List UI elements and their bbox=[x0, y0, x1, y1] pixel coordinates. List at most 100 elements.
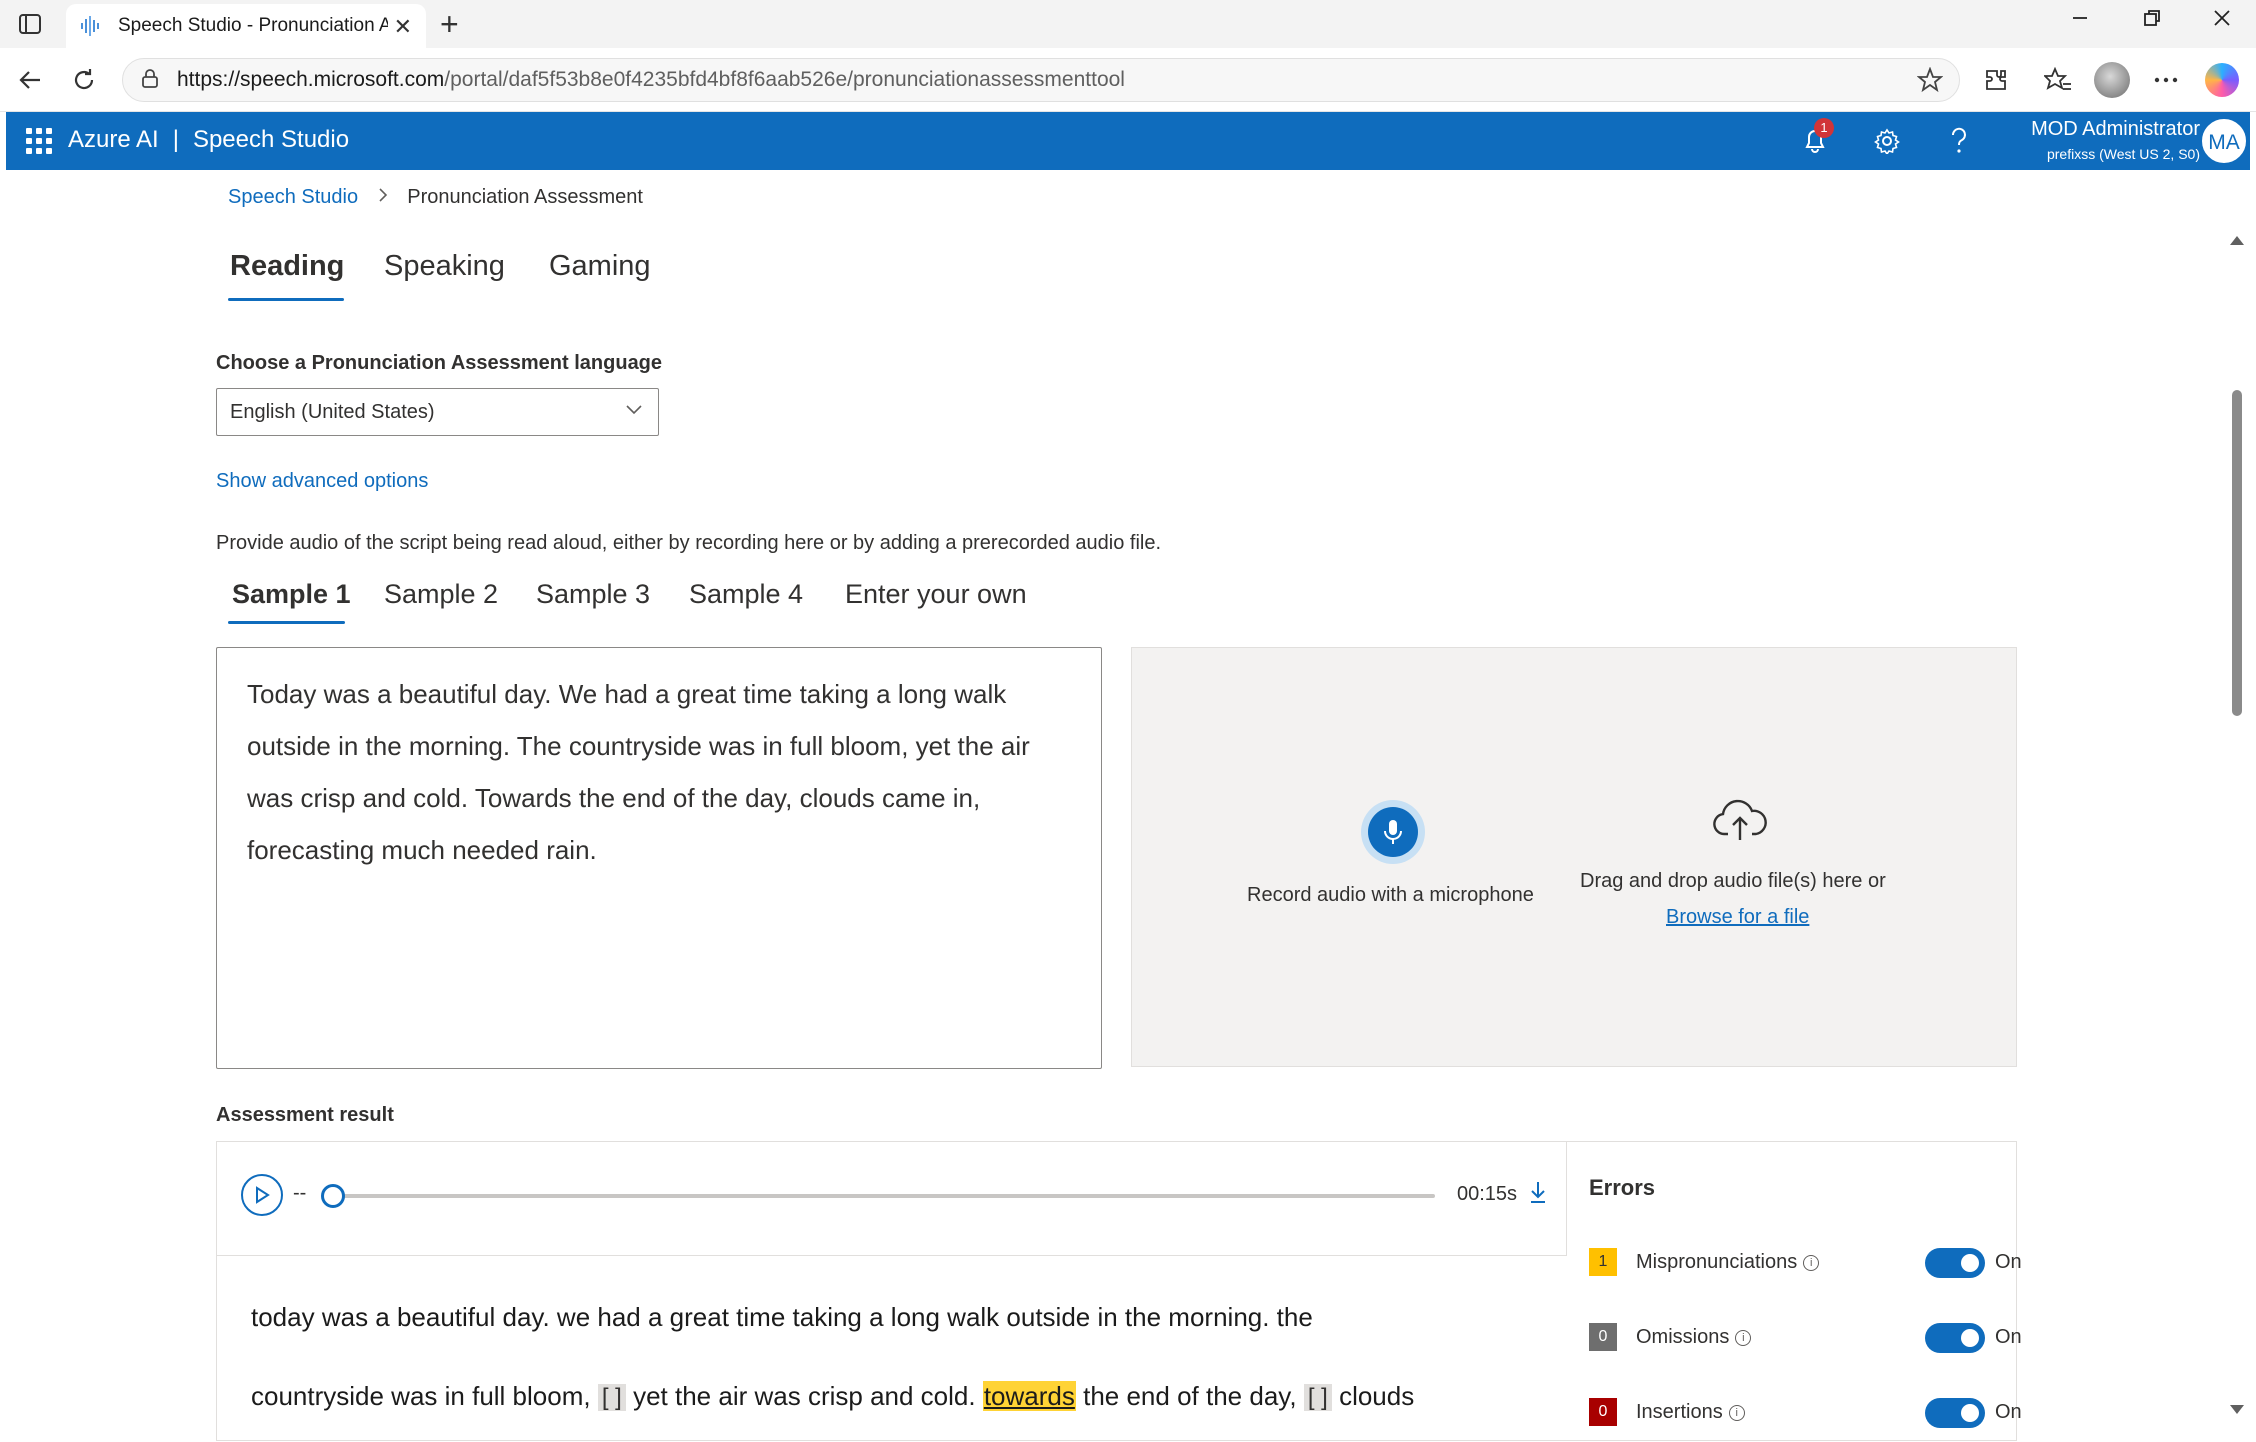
user-name[interactable]: MOD Administrator bbox=[2031, 118, 2200, 141]
app-brand[interactable]: Azure AI | Speech Studio bbox=[68, 126, 349, 154]
tab-sample-2[interactable]: Sample 2 bbox=[384, 579, 498, 610]
error-count-badge: 1 bbox=[1589, 1248, 1617, 1276]
error-label-text: Insertions bbox=[1636, 1401, 1723, 1423]
tab-enter-your-own[interactable]: Enter your own bbox=[845, 579, 1027, 610]
scrollbar-thumb[interactable] bbox=[2232, 390, 2242, 716]
audio-player: -- 00:15s bbox=[217, 1142, 1567, 1256]
info-icon[interactable]: i bbox=[1735, 1330, 1752, 1346]
chevron-down-icon bbox=[624, 399, 644, 425]
errors-panel: Errors 1 Mispronunciations i On 0 Omissio… bbox=[1567, 1142, 2022, 1442]
tab-sample-1[interactable]: Sample 1 bbox=[232, 579, 351, 610]
refresh-icon[interactable] bbox=[66, 62, 102, 98]
language-label: Choose a Pronunciation Assessment langua… bbox=[216, 352, 663, 374]
error-count-badge: 0 bbox=[1589, 1398, 1617, 1426]
settings-gear-icon[interactable] bbox=[1870, 124, 1904, 158]
transcript-line: countryside was in full bloom, [ ] yet t… bbox=[251, 1357, 1551, 1437]
page-scrollbar[interactable] bbox=[2226, 230, 2248, 1432]
breadcrumb-chevron-icon bbox=[378, 186, 394, 208]
mispronounced-word[interactable]: towards bbox=[982, 1381, 1076, 1411]
new-tab-button[interactable]: + bbox=[440, 6, 459, 43]
transcript-segment: clouds bbox=[1339, 1381, 1415, 1411]
browser-tab[interactable]: Speech Studio - Pronunciation Assessment… bbox=[66, 4, 426, 48]
favorite-star-icon[interactable] bbox=[1916, 66, 1944, 100]
tab-sample-3[interactable]: Sample 3 bbox=[536, 579, 650, 610]
record-audio-label: Record audio with a microphone bbox=[1247, 884, 1534, 906]
tab-speaking[interactable]: Speaking bbox=[384, 250, 505, 283]
error-count-badge: 0 bbox=[1589, 1323, 1617, 1351]
provide-audio-instructions: Provide audio of the script being read a… bbox=[216, 532, 1162, 554]
assessment-transcript: today was a beautiful day. we had a grea… bbox=[251, 1278, 1551, 1437]
brand-separator: | bbox=[172, 126, 179, 153]
brand-speech-studio: Speech Studio bbox=[192, 126, 350, 153]
download-icon[interactable] bbox=[1529, 1180, 1547, 1209]
audio-scrubber-track[interactable] bbox=[329, 1194, 1435, 1198]
transcript-segment: yet the air was crisp and cold. bbox=[633, 1381, 976, 1411]
restore-window-icon[interactable] bbox=[2142, 8, 2162, 34]
breadcrumb-speech-studio[interactable]: Speech Studio bbox=[228, 186, 358, 208]
more-options-icon[interactable] bbox=[2148, 62, 2184, 98]
app-header: Azure AI | Speech Studio 1 MOD Administrat… bbox=[6, 112, 2250, 170]
user-subscription: prefixss (West US 2, S0) bbox=[2046, 146, 2200, 162]
transcript-segment: the end of the day, bbox=[1083, 1381, 1297, 1411]
tab-gaming[interactable]: Gaming bbox=[549, 250, 651, 283]
play-icon bbox=[256, 1186, 270, 1204]
drag-drop-label: Drag and drop audio file(s) here or bbox=[1580, 870, 1886, 892]
extensions-icon[interactable] bbox=[1978, 62, 2014, 98]
brand-azure-ai: Azure AI bbox=[68, 126, 159, 153]
help-question-icon[interactable] bbox=[1942, 124, 1976, 158]
user-avatar[interactable]: MA bbox=[2202, 119, 2246, 163]
omission-marker[interactable]: [ ] bbox=[1303, 1384, 1332, 1411]
omission-marker[interactable]: [ ] bbox=[597, 1384, 626, 1411]
close-tab-icon[interactable]: ✕ bbox=[394, 14, 412, 40]
microphone-icon bbox=[1368, 807, 1418, 857]
scroll-down-arrow-icon[interactable] bbox=[2230, 1405, 2244, 1414]
info-icon[interactable]: i bbox=[1728, 1405, 1745, 1421]
omissions-toggle[interactable] bbox=[1925, 1323, 1985, 1353]
site-info-lock-icon[interactable] bbox=[139, 68, 163, 92]
record-microphone-button[interactable] bbox=[1361, 800, 1425, 864]
browser-tab-title: Speech Studio - Pronunciation Assessment bbox=[118, 15, 388, 36]
show-advanced-options-link[interactable]: Show advanced options bbox=[216, 470, 428, 493]
scroll-up-arrow-icon[interactable] bbox=[2230, 236, 2244, 245]
breadcrumb: Speech Studio Pronunciation Assessment bbox=[228, 186, 643, 209]
profile-avatar[interactable] bbox=[2094, 62, 2130, 98]
toggle-state-label: On bbox=[1995, 1326, 2022, 1348]
active-sample-indicator bbox=[228, 621, 345, 624]
error-label-text: Omissions bbox=[1636, 1326, 1730, 1348]
error-label: Omissions i bbox=[1636, 1326, 1752, 1349]
errors-title: Errors bbox=[1589, 1175, 1656, 1200]
url-path: /portal/daf5f53b8e0f4235bfd4bf8f6aab526e… bbox=[444, 68, 1125, 91]
insertions-toggle[interactable] bbox=[1925, 1398, 1985, 1428]
favorites-icon[interactable] bbox=[2040, 62, 2076, 98]
app-launcher-waffle-icon[interactable] bbox=[26, 128, 52, 154]
minimize-window-icon[interactable] bbox=[2070, 8, 2090, 34]
url-text: https://speech.microsoft.com/portal/daf5… bbox=[177, 68, 1125, 92]
active-tab-indicator bbox=[228, 298, 344, 301]
language-selected-value: English (United States) bbox=[230, 400, 435, 423]
cloud-upload-icon bbox=[1711, 798, 1769, 847]
tab-sample-4[interactable]: Sample 4 bbox=[689, 579, 803, 610]
play-button[interactable] bbox=[241, 1174, 283, 1216]
audio-input-panel: Record audio with a microphone Drag and … bbox=[1131, 647, 2017, 1067]
audio-scrubber-thumb[interactable] bbox=[321, 1184, 345, 1208]
speech-studio-favicon-icon bbox=[78, 13, 104, 39]
back-arrow-icon[interactable] bbox=[12, 62, 48, 98]
tab-reading[interactable]: Reading bbox=[230, 250, 344, 283]
transcript-line: today was a beautiful day. we had a grea… bbox=[251, 1302, 1313, 1332]
tab-actions-icon[interactable] bbox=[16, 12, 44, 36]
audio-duration: 00:15s bbox=[1457, 1183, 1518, 1205]
script-text-area[interactable]: Today was a beautiful day. We had a grea… bbox=[216, 647, 1102, 1069]
mispronunciations-toggle[interactable] bbox=[1925, 1248, 1985, 1278]
info-icon[interactable]: i bbox=[1803, 1255, 1820, 1271]
browse-for-file-link[interactable]: Browse for a file bbox=[1666, 906, 1809, 929]
toggle-state-label: On bbox=[1995, 1401, 2022, 1423]
transcript-segment: countryside was in full bloom, bbox=[251, 1381, 591, 1411]
profile-photo bbox=[2094, 62, 2130, 98]
toggle-state-label: On bbox=[1995, 1251, 2022, 1273]
copilot-icon[interactable] bbox=[2204, 62, 2240, 98]
close-window-icon[interactable] bbox=[2212, 8, 2232, 34]
language-dropdown[interactable]: English (United States) bbox=[216, 388, 659, 436]
address-bar[interactable]: https://speech.microsoft.com/portal/daf5… bbox=[122, 58, 1960, 102]
url-host: https://speech.microsoft.com bbox=[177, 68, 445, 91]
current-time: -- bbox=[293, 1182, 307, 1204]
